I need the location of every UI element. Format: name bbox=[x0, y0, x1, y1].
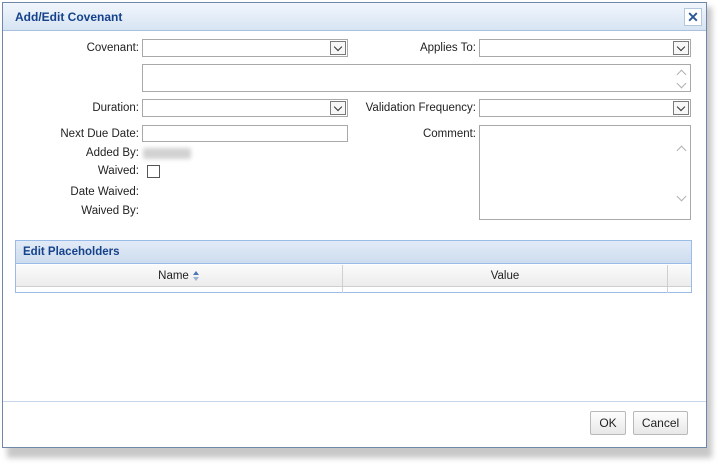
chevron-down-icon[interactable] bbox=[330, 41, 346, 55]
sort-icon[interactable] bbox=[192, 271, 200, 281]
comment-textarea[interactable] bbox=[479, 125, 691, 220]
scroll-down-icon[interactable] bbox=[676, 191, 687, 202]
duration-label: Duration: bbox=[92, 102, 139, 114]
waived-checkbox[interactable] bbox=[147, 165, 160, 178]
next-due-date-label: Next Due Date: bbox=[60, 128, 139, 140]
covenant-dropdown[interactable] bbox=[142, 39, 348, 57]
chevron-down-icon[interactable] bbox=[673, 41, 689, 55]
duration-dropdown[interactable] bbox=[142, 99, 348, 117]
edit-placeholders-title: Edit Placeholders bbox=[23, 246, 120, 258]
chevron-down-icon[interactable] bbox=[673, 101, 689, 115]
covenant-label: Covenant: bbox=[86, 42, 139, 54]
validation-frequency-dropdown[interactable] bbox=[479, 99, 691, 117]
next-due-date-input[interactable] bbox=[142, 125, 348, 142]
scroll-up-icon[interactable] bbox=[676, 144, 687, 156]
column-header-value[interactable]: Value bbox=[343, 265, 667, 287]
validation-frequency-label: Validation Frequency: bbox=[365, 102, 476, 114]
footer-divider bbox=[3, 401, 706, 402]
covenant-description-textarea[interactable] bbox=[142, 64, 691, 92]
column-header-name[interactable]: Name bbox=[16, 265, 342, 287]
edit-placeholders-header: Edit Placeholders bbox=[16, 241, 691, 264]
dialog-titlebar: Add/Edit Covenant ✕ bbox=[3, 3, 706, 31]
date-waived-label: Date Waived: bbox=[70, 186, 139, 198]
column-value-label: Value bbox=[490, 270, 520, 282]
placeholders-grid-header: Name Value bbox=[16, 265, 691, 293]
applies-to-dropdown[interactable] bbox=[479, 39, 691, 57]
comment-label: Comment: bbox=[422, 128, 476, 140]
applies-to-label: Applies To: bbox=[419, 42, 476, 54]
ok-button[interactable]: OK bbox=[590, 411, 626, 435]
cancel-button[interactable]: Cancel bbox=[633, 411, 688, 435]
column-divider bbox=[667, 265, 668, 293]
close-icon[interactable]: ✕ bbox=[684, 8, 702, 26]
dialog-title: Add/Edit Covenant bbox=[15, 10, 123, 24]
edit-placeholders-panel: Edit Placeholders Name Value bbox=[15, 240, 692, 293]
add-edit-covenant-dialog: Add/Edit Covenant ✕ Covenant: Applies To… bbox=[2, 2, 707, 448]
waived-by-label: Waived By: bbox=[81, 205, 139, 217]
scroll-down-icon[interactable] bbox=[676, 78, 687, 89]
scroll-up-icon[interactable] bbox=[676, 68, 687, 80]
chevron-down-icon[interactable] bbox=[330, 101, 346, 115]
added-by-label: Added By: bbox=[85, 147, 139, 159]
column-name-label: Name bbox=[158, 270, 189, 282]
waived-label: Waived: bbox=[97, 165, 139, 177]
added-by-value-redacted bbox=[143, 148, 191, 159]
